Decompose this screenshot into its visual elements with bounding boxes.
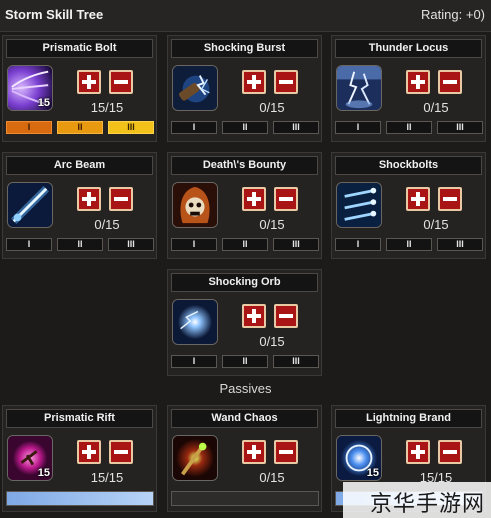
- passive-points-count: 15/15: [90, 470, 124, 485]
- add-point-button[interactable]: [406, 187, 430, 211]
- skill-name: Arc Beam: [6, 156, 153, 175]
- skill-points-count: 0/15: [423, 100, 449, 115]
- skill-points-count: 0/15: [94, 217, 120, 232]
- level-badge: 15: [37, 467, 50, 479]
- passive-name: Prismatic Rift: [6, 409, 153, 428]
- tier-1-button[interactable]: I: [335, 121, 381, 134]
- skill-points-count: 0/15: [259, 217, 285, 232]
- skill-card-deaths-bounty: Death\'s Bounty 0/15 I II III: [167, 152, 322, 259]
- tier-3-button[interactable]: III: [437, 121, 483, 134]
- passive-name: Wand Chaos: [171, 409, 318, 428]
- passive-points-count: 0/15: [259, 470, 285, 485]
- shocking-orb-icon[interactable]: [172, 299, 218, 345]
- passive-progress-bar: [6, 491, 154, 506]
- skill-card-shocking-orb: Shocking Orb 0/15 I II III: [167, 269, 322, 376]
- shocking-burst-icon[interactable]: [172, 65, 218, 111]
- skill-name: Prismatic Bolt: [6, 39, 153, 58]
- skill-points-count: 0/15: [259, 100, 285, 115]
- shockbolts-icon[interactable]: [336, 182, 382, 228]
- tier-selector: I II III: [171, 355, 319, 368]
- tier-1-button[interactable]: I: [171, 355, 217, 368]
- add-point-button[interactable]: [242, 187, 266, 211]
- tier-selector: I II III: [171, 121, 319, 134]
- tier-selector: I II III: [6, 238, 154, 251]
- skill-card-thunder-locus: Thunder Locus 0/15 I II III: [331, 35, 486, 142]
- remove-point-button[interactable]: [274, 304, 298, 328]
- add-point-button[interactable]: [242, 70, 266, 94]
- arc-beam-icon[interactable]: [7, 182, 53, 228]
- skill-name: Thunder Locus: [335, 39, 482, 58]
- remove-point-button[interactable]: [274, 440, 298, 464]
- rating-label: Rating: +0): [421, 7, 485, 22]
- tier-1-button[interactable]: I: [335, 238, 381, 251]
- prismatic-rift-icon[interactable]: 15: [7, 435, 53, 481]
- tier-selector: I II III: [335, 121, 483, 134]
- remove-point-button[interactable]: [109, 440, 133, 464]
- level-badge: 15: [37, 97, 50, 109]
- tier-3-button[interactable]: III: [273, 238, 319, 251]
- progress-fill: [7, 492, 153, 505]
- tier-1-button[interactable]: I: [6, 121, 52, 134]
- skill-card-prismatic-bolt: Prismatic Bolt 15 15/15 I II III: [2, 35, 157, 142]
- add-point-button[interactable]: [77, 187, 101, 211]
- tier-2-button[interactable]: II: [57, 121, 103, 134]
- lightning-brand-icon[interactable]: 15: [336, 435, 382, 481]
- tier-3-button[interactable]: III: [273, 355, 319, 368]
- tier-1-button[interactable]: I: [6, 238, 52, 251]
- skill-points-count: 0/15: [423, 217, 449, 232]
- passive-card-prismatic-rift: Prismatic Rift 15 15/15: [2, 405, 157, 512]
- skill-points-count: 15/15: [90, 100, 124, 115]
- tier-2-button[interactable]: II: [222, 121, 268, 134]
- skill-card-shocking-burst: Shocking Burst 0/15 I II III: [167, 35, 322, 142]
- add-point-button[interactable]: [77, 70, 101, 94]
- tier-2-button[interactable]: II: [57, 238, 103, 251]
- thunder-locus-icon[interactable]: [336, 65, 382, 111]
- remove-point-button[interactable]: [109, 187, 133, 211]
- tier-3-button[interactable]: III: [437, 238, 483, 251]
- site-watermark: 京华手游网: [343, 482, 491, 518]
- skill-name: Shocking Burst: [171, 39, 318, 58]
- wand-chaos-icon[interactable]: [172, 435, 218, 481]
- passive-progress-bar: [171, 491, 319, 506]
- skill-name: Death\'s Bounty: [171, 156, 318, 175]
- remove-point-button[interactable]: [438, 440, 462, 464]
- remove-point-button[interactable]: [274, 70, 298, 94]
- skill-card-arc-beam: Arc Beam 0/15 I II III: [2, 152, 157, 259]
- passives-section-label: Passives: [219, 381, 272, 396]
- remove-point-button[interactable]: [109, 70, 133, 94]
- page-title: Storm Skill Tree: [5, 7, 104, 22]
- tier-3-button[interactable]: III: [108, 238, 154, 251]
- remove-point-button[interactable]: [438, 187, 462, 211]
- tier-3-button[interactable]: III: [273, 121, 319, 134]
- remove-point-button[interactable]: [274, 187, 298, 211]
- tier-selector: I II III: [335, 238, 483, 251]
- level-badge: 15: [366, 467, 379, 479]
- passive-card-wand-chaos: Wand Chaos 0/15: [167, 405, 322, 512]
- skill-card-shockbolts: Shockbolts 0/15 I II III: [331, 152, 486, 259]
- add-point-button[interactable]: [242, 304, 266, 328]
- prismatic-bolt-icon[interactable]: 15: [7, 65, 53, 111]
- tier-2-button[interactable]: II: [386, 238, 432, 251]
- add-point-button[interactable]: [77, 440, 101, 464]
- skill-tree-header: Storm Skill Tree Rating: +0): [0, 0, 491, 32]
- tier-1-button[interactable]: I: [171, 121, 217, 134]
- add-point-button[interactable]: [406, 70, 430, 94]
- remove-point-button[interactable]: [438, 70, 462, 94]
- tier-1-button[interactable]: I: [171, 238, 217, 251]
- tier-2-button[interactable]: II: [222, 355, 268, 368]
- skill-points-count: 0/15: [259, 334, 285, 349]
- skill-name: Shocking Orb: [171, 273, 318, 292]
- watermark-text: 京华手游网: [369, 491, 485, 516]
- tier-3-button[interactable]: III: [108, 121, 154, 134]
- tier-selector: I II III: [6, 121, 154, 134]
- tier-2-button[interactable]: II: [386, 121, 432, 134]
- passive-name: Lightning Brand: [335, 409, 482, 428]
- deaths-bounty-icon[interactable]: [172, 182, 218, 228]
- add-point-button[interactable]: [406, 440, 430, 464]
- tier-selector: I II III: [171, 238, 319, 251]
- add-point-button[interactable]: [242, 440, 266, 464]
- skill-name: Shockbolts: [335, 156, 482, 175]
- tier-2-button[interactable]: II: [222, 238, 268, 251]
